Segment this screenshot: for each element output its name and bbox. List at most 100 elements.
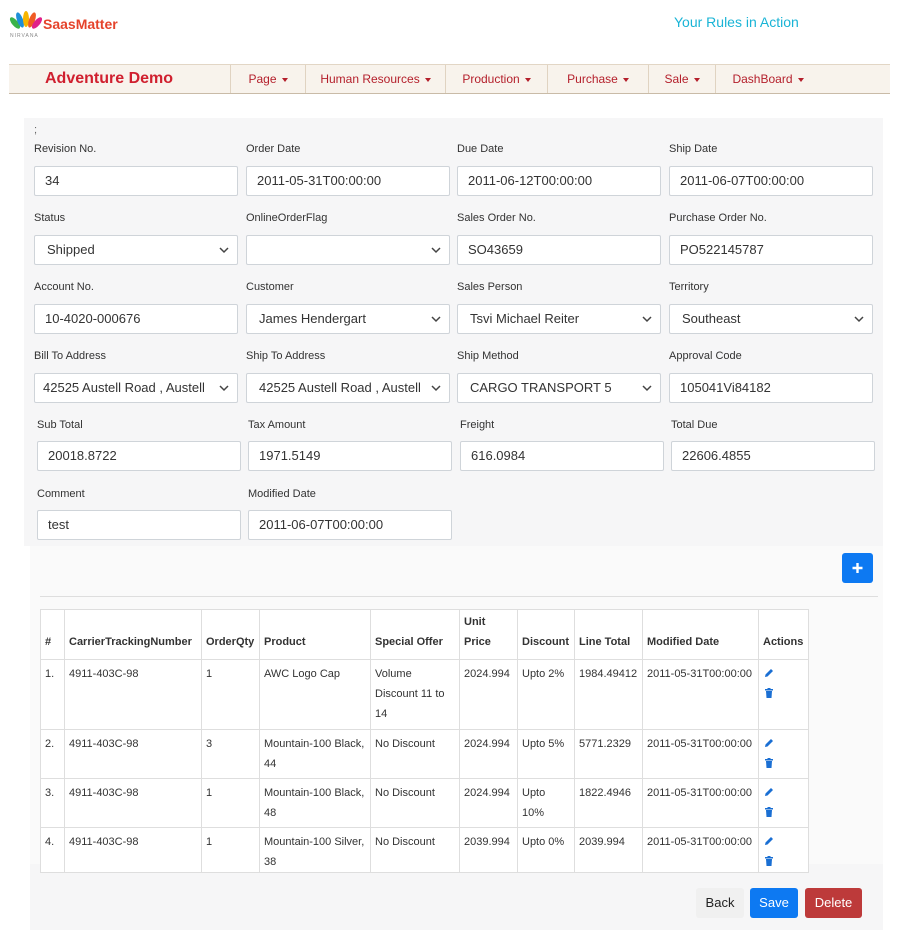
logo[interactable]: SaasMatter NIRVANA (9, 10, 129, 40)
order-date-input[interactable]: 2011-05-31T00:00:00 (246, 166, 450, 196)
ship-method-select[interactable]: CARGO TRANSPORT 5 (457, 373, 661, 403)
customer-value: James Hendergart (259, 311, 366, 326)
cell: Mountain-100 Black, 48 (259, 778, 371, 828)
actions-cell (758, 778, 809, 828)
comment-input[interactable]: test (37, 510, 241, 540)
chevron-down-icon (642, 316, 652, 323)
order-date-label: Order Date (246, 143, 301, 155)
cell: 1 (201, 778, 260, 828)
ship-to-address-select[interactable]: 42525 Austell Road , Austell (246, 373, 450, 403)
online-order-flag-label: OnlineOrderFlag (246, 212, 328, 224)
nav-item-dashboard[interactable]: DashBoard (715, 65, 820, 93)
nav-item-page[interactable]: Page (230, 65, 305, 93)
tax-amount-input[interactable]: 1971.5149 (248, 441, 452, 471)
nav-label: Page (248, 72, 277, 86)
trash-icon[interactable] (763, 757, 775, 769)
sales-order-no-input[interactable]: SO43659 (457, 235, 661, 265)
caret-down-icon (524, 77, 531, 82)
cell: 2039.994 (574, 827, 643, 873)
nav-item-sale[interactable]: Sale (648, 65, 715, 93)
sales-person-select[interactable]: Tsvi Michael Reiter (457, 304, 661, 334)
top-navbar: Adventure Demo Page Human Resources Prod… (9, 64, 890, 94)
total-due-input[interactable]: 22606.4855 (671, 441, 875, 471)
status-label: Status (34, 212, 66, 224)
pencil-icon[interactable] (763, 667, 775, 679)
table-row: 1. 4911-403C-98 1 AWC Logo Cap Volume Di… (40, 659, 809, 730)
nav-item-production[interactable]: Production (445, 65, 547, 93)
trash-icon[interactable] (763, 855, 775, 867)
modified-date-input[interactable]: 2011-06-07T00:00:00 (248, 510, 452, 540)
cell: 4911-403C-98 (64, 659, 202, 730)
cell: Mountain-100 Silver, 38 (259, 827, 371, 873)
cell: No Discount (370, 729, 460, 779)
col-header: Line Total (574, 609, 643, 660)
territory-value: Southeast (682, 311, 741, 326)
app-title[interactable]: Adventure Demo (45, 70, 173, 88)
approval-code-label: Approval Code (669, 350, 742, 362)
col-header: Product (259, 609, 371, 660)
stray-text: ; (34, 124, 38, 136)
pencil-icon[interactable] (763, 786, 775, 798)
purchase-order-no-input[interactable]: PO522145787 (669, 235, 873, 265)
bill-to-address-select[interactable]: 42525 Austell Road , Austell (34, 373, 238, 403)
nav-label: DashBoard (732, 72, 793, 86)
delete-button[interactable]: Delete (805, 888, 862, 918)
account-no-input[interactable]: 10-4020-000676 (34, 304, 238, 334)
pencil-icon[interactable] (763, 737, 775, 749)
cell: 2. (40, 729, 65, 779)
status-select[interactable]: Shipped (34, 235, 238, 265)
trash-icon[interactable] (763, 806, 775, 818)
cell: No Discount (370, 778, 460, 828)
col-header: # (40, 609, 65, 660)
back-button[interactable]: Back (696, 888, 744, 918)
chevron-down-icon (854, 316, 864, 323)
territory-select[interactable]: Southeast (669, 304, 873, 334)
revision-no-input[interactable]: 34 (34, 166, 238, 196)
customer-select[interactable]: James Hendergart (246, 304, 450, 334)
cell: Volume Discount 11 to 14 (370, 659, 460, 730)
total-due-label: Total Due (671, 419, 718, 431)
cell: 1 (201, 827, 260, 873)
pencil-icon[interactable] (763, 835, 775, 847)
cell: 2011-05-31T00:00:00 (642, 778, 759, 828)
cell: 2024.994 (459, 659, 518, 730)
purchase-order-no-label: Purchase Order No. (669, 212, 767, 224)
tax-amount-label: Tax Amount (248, 419, 306, 431)
chevron-down-icon (642, 385, 652, 392)
cell: AWC Logo Cap (259, 659, 371, 730)
cell: 1 (201, 659, 260, 730)
lotus-logo-icon (9, 11, 43, 29)
ship-date-input[interactable]: 2011-06-07T00:00:00 (669, 166, 873, 196)
caret-down-icon (424, 77, 431, 82)
cell: 1. (40, 659, 65, 730)
approval-code-input[interactable]: 105041Vi84182 (669, 373, 873, 403)
cell: 1822.4946 (574, 778, 643, 828)
cell: 4911-403C-98 (64, 778, 202, 828)
nav-item-human-resources[interactable]: Human Resources (305, 65, 445, 93)
cell: 2011-05-31T00:00:00 (642, 827, 759, 873)
due-date-input[interactable]: 2011-06-12T00:00:00 (457, 166, 661, 196)
online-order-flag-select[interactable] (246, 235, 450, 265)
save-button[interactable]: Save (750, 888, 798, 918)
line-items-table: # CarrierTrackingNumber OrderQty Product… (40, 609, 809, 873)
caret-down-icon (797, 77, 804, 82)
comment-label: Comment (37, 488, 85, 500)
caret-down-icon (281, 77, 288, 82)
account-no-label: Account No. (34, 281, 94, 293)
ship-method-value: CARGO TRANSPORT 5 (470, 380, 612, 395)
sales-person-value: Tsvi Michael Reiter (470, 311, 580, 326)
cell: 5771.2329 (574, 729, 643, 779)
sub-total-input[interactable]: 20018.8722 (37, 441, 241, 471)
customer-label: Customer (246, 281, 294, 293)
nav-label: Purchase (567, 72, 618, 86)
trash-icon[interactable] (763, 687, 775, 699)
sub-total-label: Sub Total (37, 419, 83, 431)
logo-name: SaasMatter (43, 16, 118, 32)
cell: 2024.994 (459, 729, 518, 779)
cell: Upto 10% (517, 778, 575, 828)
freight-input[interactable]: 616.0984 (460, 441, 664, 471)
nav-item-purchase[interactable]: Purchase (547, 65, 648, 93)
status-value: Shipped (47, 242, 95, 257)
cell: Upto 0% (517, 827, 575, 873)
add-line-button[interactable] (842, 553, 873, 583)
